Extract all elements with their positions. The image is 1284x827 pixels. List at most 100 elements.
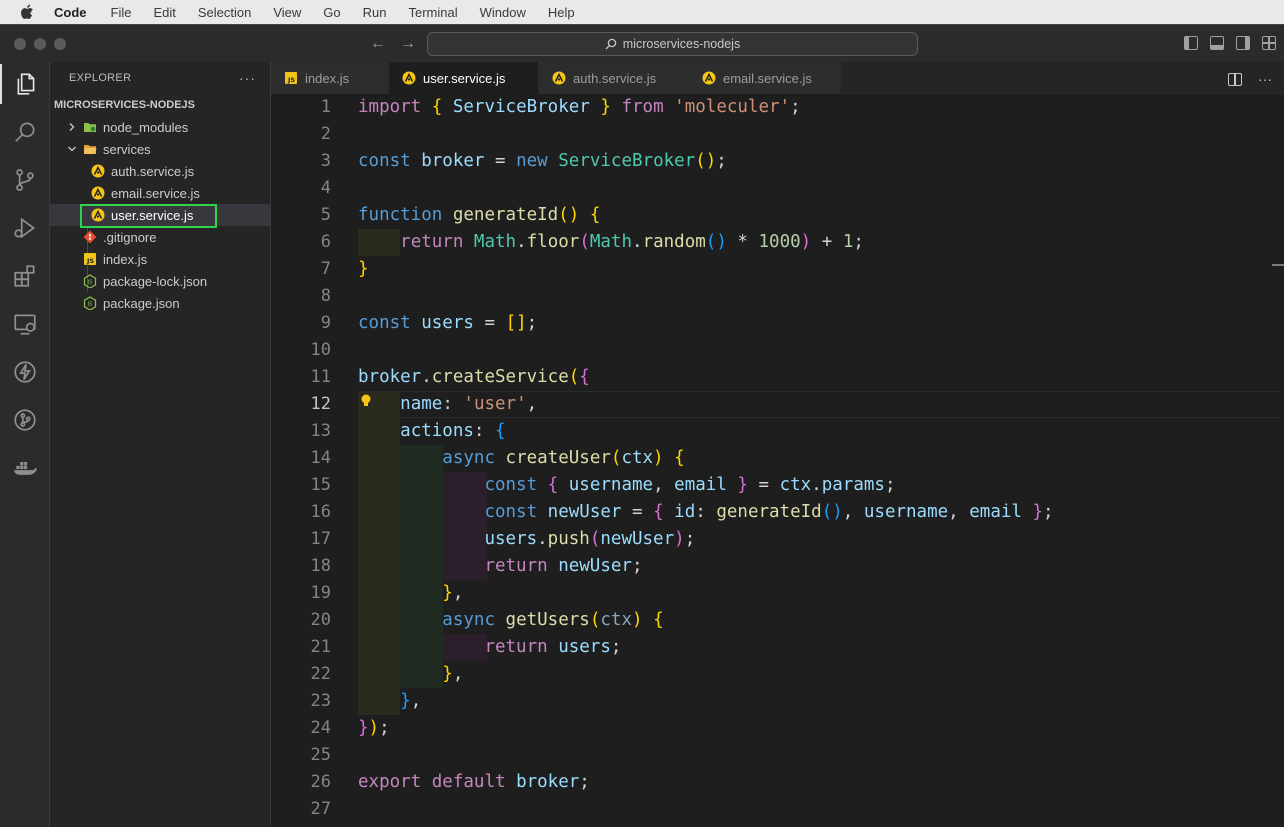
line-number: 9 — [320, 313, 331, 333]
line-number-current: 12 — [310, 394, 331, 414]
code-line: export default broker; — [358, 772, 590, 792]
line-number: 24 — [310, 718, 331, 738]
workspace-root[interactable]: MICROSERVICES-NODEJS — [50, 94, 270, 116]
menu-run[interactable]: Run — [363, 5, 387, 20]
source-control-icon[interactable] — [0, 160, 50, 200]
macos-menu-bar: Code File Edit Selection View Go Run Ter… — [0, 0, 1284, 24]
line-number: 14 — [310, 448, 331, 468]
zoom-window-button[interactable] — [54, 37, 66, 50]
code-line: async getUsers(ctx) { — [442, 610, 664, 630]
code-line: name: 'user', — [400, 394, 538, 414]
tab-label: auth.service.js — [573, 70, 657, 86]
tree-item-package-json[interactable]: JS package.json — [50, 292, 270, 314]
line-number: 18 — [310, 556, 331, 576]
tree-item-package-lock[interactable]: JS package-lock.json — [50, 270, 270, 292]
line-number: 23 — [310, 691, 331, 711]
remote-explorer-icon[interactable] — [0, 304, 50, 344]
line-number: 19 — [310, 583, 331, 603]
navigation-arrows: ← → — [370, 35, 416, 53]
code-line: const newUser = { id: generateId(), user… — [484, 502, 1054, 522]
toggle-primary-sidebar-icon[interactable] — [1184, 36, 1198, 50]
workspace-root-label: MICROSERVICES-NODEJS — [54, 99, 195, 111]
window-controls — [14, 37, 66, 50]
code-content: import { ServiceBroker } from 'moleculer… — [358, 94, 1278, 827]
run-and-debug-icon[interactable] — [0, 208, 50, 248]
code-line: import { ServiceBroker } from 'moleculer… — [358, 97, 801, 117]
editor-actions: ··· — [1228, 71, 1272, 87]
tree-item-auth-service[interactable]: auth.service.js — [50, 160, 270, 182]
more-actions-icon[interactable]: ··· — [1258, 71, 1272, 87]
command-center-search[interactable]: microservices-nodejs — [427, 32, 918, 56]
line-number: 2 — [320, 124, 331, 144]
svg-text:JS: JS — [87, 280, 93, 286]
tree-item-index-js[interactable]: JS index.js — [50, 248, 270, 270]
tree-item-label: .gitignore — [103, 229, 157, 245]
selection-highlight-box — [80, 204, 217, 228]
more-actions-icon[interactable]: ··· — [239, 70, 256, 86]
menu-window[interactable]: Window — [480, 5, 526, 20]
docker-icon[interactable] — [0, 448, 50, 488]
line-number: 11 — [310, 367, 331, 387]
line-number: 25 — [310, 745, 331, 765]
menu-app-name[interactable]: Code — [54, 5, 87, 20]
lightning-icon[interactable] — [0, 352, 50, 392]
tree-item-label: package-lock.json — [103, 273, 208, 289]
moleculer-icon — [90, 163, 106, 179]
tab-email-service[interactable]: email.service.js — [689, 62, 841, 94]
back-arrow-icon[interactable]: ← — [370, 35, 386, 53]
split-editor-icon[interactable] — [1228, 72, 1242, 86]
js-icon: JS — [82, 251, 98, 267]
code-line: }, — [400, 691, 422, 711]
code-line: } — [358, 259, 369, 279]
tab-auth-service[interactable]: auth.service.js — [539, 62, 689, 94]
menu-selection[interactable]: Selection — [198, 5, 251, 20]
line-number: 7 — [320, 259, 331, 279]
code-line: async createUser(ctx) { — [442, 448, 685, 468]
explorer-icon[interactable] — [0, 64, 50, 104]
apple-icon[interactable] — [0, 4, 54, 20]
forward-arrow-icon[interactable]: → — [400, 35, 416, 53]
tab-label: email.service.js — [723, 70, 812, 86]
git-icon — [82, 229, 98, 245]
line-number: 3 — [320, 151, 331, 171]
scrollbar-marker[interactable] — [1272, 264, 1284, 266]
tree-item-node-modules[interactable]: node_modules — [50, 116, 270, 138]
search-icon — [605, 38, 617, 50]
line-number: 8 — [320, 286, 331, 306]
svg-text:JS: JS — [87, 302, 93, 308]
layout-controls — [1184, 36, 1276, 50]
window-title-bar: ← → microservices-nodejs — [0, 24, 1284, 62]
code-editor[interactable]: 1 2 3 4 5 6 7 8 9 10 11 12 13 14 15 16 1… — [271, 94, 1284, 827]
search-icon[interactable] — [0, 112, 50, 152]
menu-go[interactable]: Go — [323, 5, 340, 20]
line-number: 16 — [310, 502, 331, 522]
close-window-button[interactable] — [14, 37, 26, 50]
menu-help[interactable]: Help — [548, 5, 575, 20]
code-line: return newUser; — [484, 556, 643, 576]
line-number: 17 — [310, 529, 331, 549]
tree-item-services[interactable]: services — [50, 138, 270, 160]
code-line: function generateId() { — [358, 205, 601, 225]
menu-terminal[interactable]: Terminal — [409, 5, 458, 20]
line-number: 20 — [310, 610, 331, 630]
minimize-window-button[interactable] — [34, 37, 46, 50]
code-line: const users = []; — [358, 313, 538, 333]
toggle-panel-icon[interactable] — [1210, 36, 1224, 50]
tab-user-service[interactable]: user.service.js — [389, 62, 539, 94]
menu-file[interactable]: File — [111, 5, 132, 20]
moleculer-icon — [401, 70, 417, 86]
tree-item-user-service[interactable]: user.service.js — [50, 204, 270, 228]
line-number: 21 — [310, 637, 331, 657]
tree-item-email-service[interactable]: email.service.js — [50, 182, 270, 204]
line-number: 13 — [310, 421, 331, 441]
line-number-gutter: 1 2 3 4 5 6 7 8 9 10 11 12 13 14 15 16 1… — [271, 94, 331, 827]
menu-view[interactable]: View — [273, 5, 301, 20]
tree-item-gitignore[interactable]: .gitignore — [50, 226, 270, 248]
customize-layout-icon[interactable] — [1262, 36, 1276, 50]
tab-index-js[interactable]: JS index.js — [271, 62, 389, 94]
menu-edit[interactable]: Edit — [153, 5, 175, 20]
line-number: 10 — [310, 340, 331, 360]
git-graph-icon[interactable] — [0, 400, 50, 440]
extensions-icon[interactable] — [0, 256, 50, 296]
toggle-secondary-sidebar-icon[interactable] — [1236, 36, 1250, 50]
